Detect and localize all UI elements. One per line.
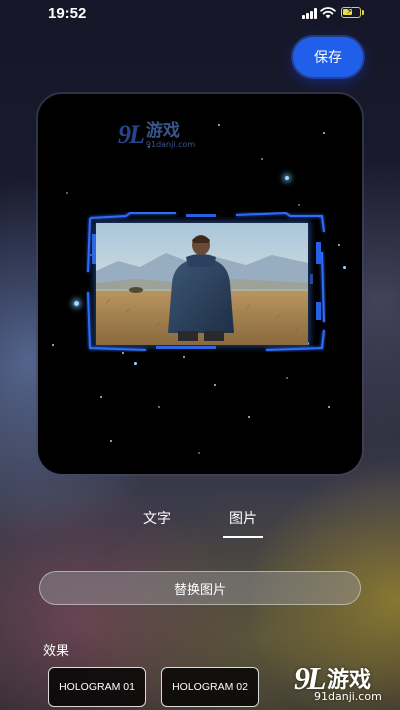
effects-section-title: 效果: [43, 644, 70, 659]
wifi-icon: [320, 7, 336, 19]
effect-option-hologram-01[interactable]: HOLOGRAM 01: [48, 667, 146, 707]
watermark-logo-bottom: 9L 游戏 91danji.com: [294, 660, 382, 703]
watermark-logo: 9L 游戏 91danji.com: [118, 120, 196, 149]
active-tab-indicator: [223, 536, 263, 538]
tab-image[interactable]: 图片: [229, 508, 257, 528]
tab-bar: 文字 图片: [0, 508, 400, 542]
save-button[interactable]: 保存: [293, 37, 363, 77]
signal-icon: [302, 8, 318, 19]
hologram-frame[interactable]: [86, 212, 326, 352]
effect-option-hologram-02[interactable]: HOLOGRAM 02: [161, 667, 259, 707]
status-bar: 19:52 ⚡: [0, 0, 400, 28]
hologram-photo: [96, 223, 308, 345]
tab-text[interactable]: 文字: [143, 508, 171, 528]
preview-canvas[interactable]: 9L 游戏 91danji.com: [38, 94, 362, 474]
status-time: 19:52: [48, 5, 87, 22]
charging-icon: ⚡: [346, 6, 354, 17]
replace-image-button[interactable]: 替换图片: [39, 571, 361, 605]
